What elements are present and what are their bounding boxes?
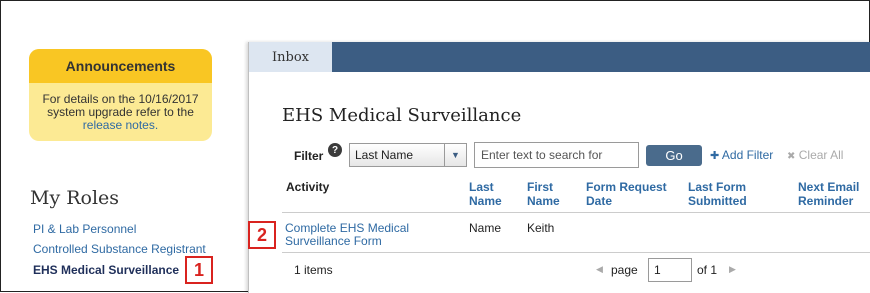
next-page-icon[interactable]: ▶ [729,264,736,275]
main-panel: Inbox EHS Medical Surveillance Filter ? … [248,42,870,293]
cell-first-name: Keith [527,221,555,235]
cell-last-name: Name [469,221,502,235]
filter-field-select[interactable]: Last Name ▼ [349,143,467,167]
add-filter-button[interactable]: ✚ Add Filter [710,148,773,162]
release-notes-link[interactable]: release notes. [83,118,158,132]
clear-all-button[interactable]: ✖ Clear All [787,148,843,162]
prev-page-icon[interactable]: ◀ [596,264,603,275]
callout-badge-2: 2 [248,221,276,249]
column-header-label: Form Request [586,180,667,194]
column-header-label: Name [469,194,502,208]
tab-inbox[interactable]: Inbox [249,42,332,72]
go-button[interactable]: Go [646,145,702,166]
column-header-last-name[interactable]: Last Name [469,180,502,208]
page-title: EHS Medical Surveillance [282,105,522,126]
column-header-form-request-date[interactable]: Form Request Date [586,180,667,208]
clear-all-label: Clear All [798,148,844,162]
page-total: of 1 [697,263,718,277]
column-header-label: Date [586,194,613,208]
activity-link[interactable]: Complete EHS Medical Surveillance Form [285,222,409,248]
role-ehs-medical-surveillance[interactable]: EHS Medical Surveillance [33,263,179,277]
announcements-title: Announcements [29,49,212,83]
filter-field-value: Last Name [355,148,414,162]
add-filter-label: Add Filter [721,148,774,162]
column-header-label: Name [527,194,560,208]
announcements-panel: Announcements For details on the 10/16/2… [29,49,212,141]
chevron-down-icon: ▼ [444,144,466,166]
callout-badge-1: 1 [185,256,213,284]
column-header-label: Submitted [688,194,747,208]
announcements-body: For details on the 10/16/2017 system upg… [29,83,212,132]
column-header-label: First [527,180,554,194]
column-header-label: Activity [286,180,330,194]
column-header-activity[interactable]: Activity [286,180,329,194]
column-header-label: Reminder [798,194,854,208]
page-number-input[interactable] [648,258,692,282]
role-controlled-substance-registrant[interactable]: Controlled Substance Registrant [33,242,206,256]
column-header-first-name[interactable]: First Name [527,180,560,208]
column-header-last-form-submitted[interactable]: Last Form Submitted [688,180,747,208]
activity-link-line: Surveillance Form [285,234,382,248]
search-input[interactable] [474,142,639,168]
plus-icon: ✚ [710,150,720,162]
help-icon[interactable]: ? [328,143,342,157]
page-label: page [611,263,638,277]
role-pi-lab-personnel[interactable]: PI & Lab Personnel [33,222,136,236]
close-icon: ✖ [787,151,796,162]
column-header-label: Last [469,180,494,194]
column-header-label: Last Form [688,180,747,194]
my-roles-heading: My Roles [30,187,120,209]
column-header-next-email-reminder[interactable]: Next Email Reminder [798,180,859,208]
filter-label: Filter [294,149,324,163]
item-count: 1 items [294,263,333,277]
table-footer-divider [282,252,870,253]
announcements-text: For details on the 10/16/2017 system upg… [42,92,199,119]
tab-bar: Inbox [249,42,870,72]
column-header-label: Next Email [798,180,860,194]
